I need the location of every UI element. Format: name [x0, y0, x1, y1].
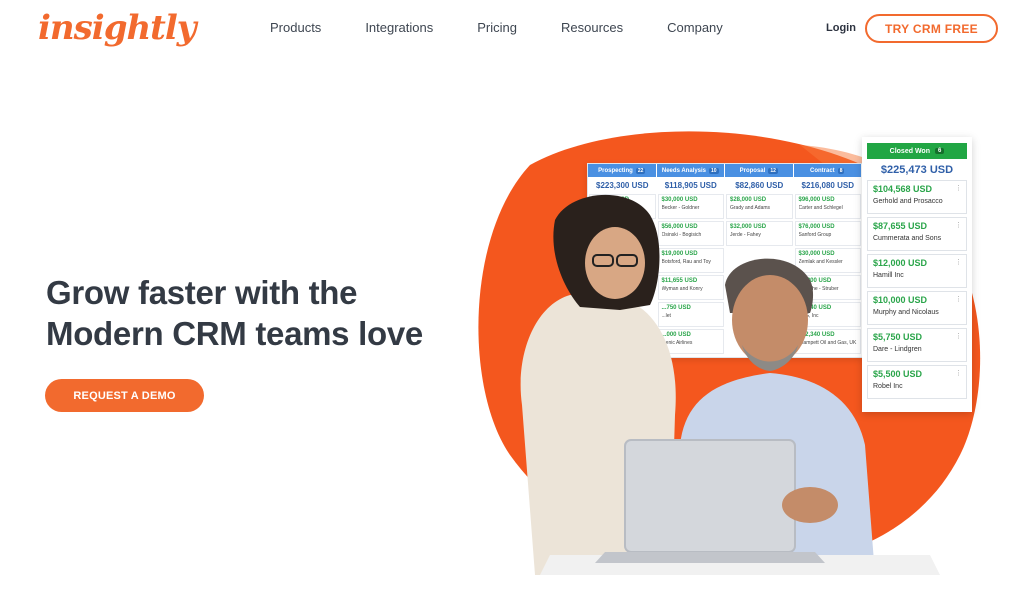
headline-line-1: Grow faster with the: [46, 274, 358, 311]
deal-amount: $10,000 USD: [873, 295, 928, 305]
login-link[interactable]: Login: [826, 22, 856, 34]
deal-name: Robel Inc: [873, 383, 903, 390]
deal-amount: $5,750 USD: [873, 332, 923, 342]
deal-name: Murphy and Nicolaus: [873, 309, 939, 316]
stage-header-row: Prospecting 22 Needs Analysis 10 Proposal 1…: [588, 164, 862, 177]
stage-label: Contract: [810, 167, 835, 174]
dots-icon[interactable]: ⋮: [955, 221, 962, 229]
man-face: [732, 275, 808, 365]
won-deal-card[interactable]: $10,000 USD Murphy and Nicolaus ⋮: [867, 291, 967, 325]
deal-amount: $12,000 USD: [873, 258, 928, 268]
stage-label: Needs Analysis: [661, 167, 707, 174]
closed-won-header: Closed Won 6: [867, 143, 967, 159]
stage-prospecting: Prospecting 22: [588, 164, 656, 177]
won-deal-card[interactable]: $87,655 USD Cummerata and Sons ⋮: [867, 217, 967, 251]
deal-amount: $87,655 USD: [873, 221, 928, 231]
closed-won-title: Closed Won: [889, 147, 930, 155]
deal-name: Gerhold and Prosacco: [873, 198, 943, 205]
nav-item-integrations[interactable]: Integrations: [343, 20, 455, 35]
stage-label: Proposal: [739, 167, 766, 174]
won-deal-card[interactable]: $12,000 USD Hamill Inc ⋮: [867, 254, 967, 288]
stage-count: 12: [768, 167, 778, 174]
closed-won-total: $225,473 USD: [880, 164, 954, 176]
hero-headline: Grow faster with the Modern CRM teams lo…: [46, 272, 466, 354]
laptop: [625, 440, 795, 552]
deal-name: Cummerata and Sons: [873, 235, 942, 242]
try-crm-free-button[interactable]: TRY CRM FREE: [865, 14, 998, 43]
deal-amount: $104,568 USD: [873, 184, 933, 194]
nav-item-pricing[interactable]: Pricing: [455, 20, 539, 35]
main-nav: Products Integrations Pricing Resources …: [248, 20, 745, 35]
deal-amount: $5,500 USD: [873, 369, 923, 379]
stage-needs-analysis: Needs Analysis 10: [656, 164, 724, 177]
deal-name: Hamill Inc: [873, 272, 904, 279]
dots-icon[interactable]: ⋮: [955, 369, 962, 377]
nav-item-resources[interactable]: Resources: [539, 20, 645, 35]
dots-icon[interactable]: ⋮: [955, 295, 962, 303]
dots-icon[interactable]: ⋮: [955, 184, 962, 192]
stage-count: 10: [709, 167, 719, 174]
nav-item-company[interactable]: Company: [645, 20, 745, 35]
request-demo-button[interactable]: REQUEST A DEMO: [45, 379, 204, 412]
hero-visual: Prospecting 22 Needs Analysis 10 Proposal 1…: [470, 125, 990, 575]
won-deal-card[interactable]: $5,750 USD Dare - Lindgren ⋮: [867, 328, 967, 362]
won-deal-card[interactable]: $104,568 USD Gerhold and Prosacco ⋮: [867, 180, 967, 214]
stage-count: 22: [635, 167, 646, 174]
deal-name: Dare - Lindgren: [873, 346, 922, 353]
closed-won-count: 6: [934, 148, 945, 154]
logo[interactable]: insightly: [38, 8, 197, 48]
headline-line-2: Modern CRM teams love: [46, 315, 423, 352]
dots-icon[interactable]: ⋮: [955, 332, 962, 340]
dots-icon[interactable]: ⋮: [955, 258, 962, 266]
stage-label: Prospecting: [598, 167, 633, 174]
stage-count: 8: [837, 167, 845, 174]
stage-proposal: Proposal 12: [725, 164, 793, 177]
closed-won-panel: Closed Won 6 $225,473 USD $104,568 USD Ge…: [862, 137, 972, 412]
won-deal-card[interactable]: $5,500 USD Robel Inc ⋮: [867, 365, 967, 399]
stage-contract: Contract 8: [793, 164, 861, 177]
nav-item-products[interactable]: Products: [248, 20, 343, 35]
